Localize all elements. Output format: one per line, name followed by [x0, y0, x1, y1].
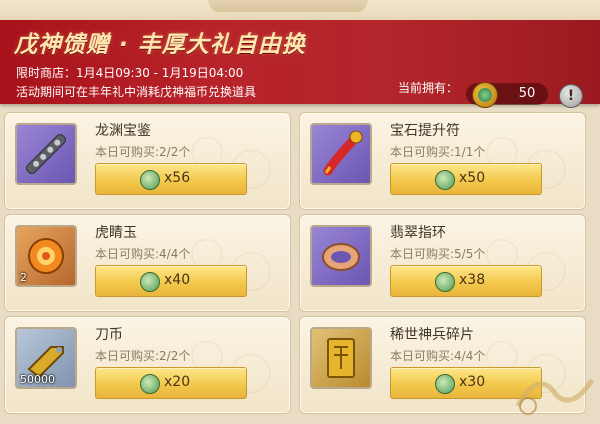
shop-grid: 龙渊宝鉴 本日可购买:2/2个 x56 宝石提升符 本日可购买:1/1个 x50 [0, 110, 600, 424]
shop-item-card: 龙渊宝鉴 本日可购买:2/2个 x56 [4, 112, 291, 210]
item-price: x30 [459, 374, 486, 390]
buy-button[interactable]: x30 [390, 367, 542, 399]
fortune-coin-icon [140, 170, 160, 190]
shop-period: 限时商店：1月4日09:30 - 1月19日04:00 [16, 66, 244, 80]
item-price: x20 [164, 374, 191, 390]
banner-title: 戊神馈赠 · 丰厚大礼自由换 [14, 32, 306, 58]
item-price: x40 [164, 272, 191, 288]
item-price: x50 [459, 170, 486, 186]
shop-item-card: 2 虎睛玉 本日可购买:4/4个 x40 [4, 214, 291, 312]
fortune-coin-icon [140, 272, 160, 292]
fortune-coin-icon [140, 374, 160, 394]
top-strip [0, 0, 600, 22]
item-name: 刀币 [95, 327, 123, 343]
item-limit: 本日可购买:4/4个 [95, 247, 191, 261]
tiger-eye-jade-icon[interactable]: 2 [15, 225, 77, 287]
item-limit: 本日可购买:1/1个 [390, 145, 486, 159]
shop-item-card: 稀世神兵碎片 本日可购买:4/4个 x30 [299, 316, 586, 414]
event-note: 活动期间可在丰年礼中消耗戊神福币兑换道具 [16, 85, 257, 99]
shop-item-card: 翡翠指环 本日可购买:5/5个 x38 [299, 214, 586, 312]
item-price: x56 [164, 170, 191, 186]
divine-weapon-shard-icon[interactable] [310, 327, 372, 389]
buy-button[interactable]: x50 [390, 163, 542, 195]
item-limit: 本日可购买:2/2个 [95, 145, 191, 159]
owned-value: 50 [518, 86, 536, 101]
event-banner: 戊神馈赠 · 丰厚大礼自由换 限时商店：1月4日09:30 - 1月19日04:… [0, 20, 600, 108]
buy-button[interactable]: x20 [95, 367, 247, 399]
shop-item-card: 50000 刀币 本日可购买:2/2个 x20 [4, 316, 291, 414]
top-emblem [208, 0, 368, 12]
fortune-coin-icon [435, 374, 455, 394]
item-quantity: 2 [20, 271, 27, 284]
fortune-coin-icon [435, 272, 455, 292]
item-name: 虎睛玉 [95, 225, 137, 241]
red-talisman-icon[interactable] [310, 123, 372, 185]
item-limit: 本日可购买:5/5个 [390, 247, 486, 261]
item-limit: 本日可购买:2/2个 [95, 349, 191, 363]
item-name: 龙渊宝鉴 [95, 123, 151, 139]
item-limit: 本日可购买:4/4个 [390, 349, 486, 363]
owned-label: 当前拥有： [398, 81, 459, 95]
info-button[interactable]: ! [559, 84, 583, 108]
fortune-coin-icon [435, 170, 455, 190]
item-price: x38 [459, 272, 486, 288]
knife-coin-icon[interactable]: 50000 [15, 327, 77, 389]
jade-ring-icon[interactable] [310, 225, 372, 287]
item-name: 稀世神兵碎片 [390, 327, 474, 343]
item-name: 宝石提升符 [390, 123, 460, 139]
item-quantity: 50000 [20, 373, 55, 386]
bead-sword-icon[interactable] [15, 123, 77, 185]
buy-button[interactable]: x56 [95, 163, 247, 195]
item-name: 翡翠指环 [390, 225, 446, 241]
fortune-coin-icon [472, 82, 498, 108]
buy-button[interactable]: x40 [95, 265, 247, 297]
buy-button[interactable]: x38 [390, 265, 542, 297]
shop-item-card: 宝石提升符 本日可购买:1/1个 x50 [299, 112, 586, 210]
